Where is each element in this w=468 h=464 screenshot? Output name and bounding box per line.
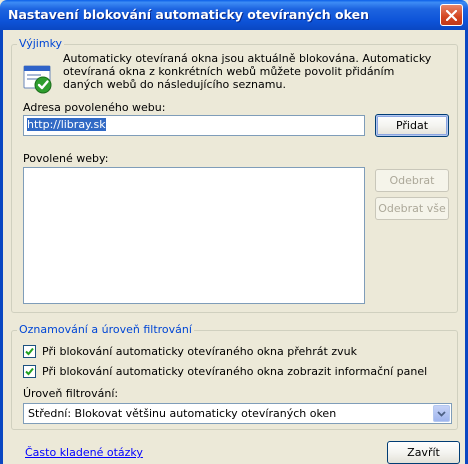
play-sound-checkbox[interactable]: [23, 345, 36, 358]
window-title: Nastavení blokování automaticky otevíran…: [8, 7, 369, 22]
exceptions-group-label: Výjimky: [17, 37, 65, 50]
address-label-text: Adresa povoleného webu:: [23, 101, 166, 114]
address-label: Adresa povoleného webu:: [23, 101, 165, 114]
allowed-sites-label: Povolené weby:: [23, 152, 109, 165]
filter-level-dropdown-button[interactable]: [433, 405, 450, 422]
close-icon: [446, 10, 457, 21]
filter-level-select[interactable]: Střední: Blokovat většinu automaticky ot…: [23, 403, 452, 424]
show-info-bar-checkbox[interactable]: [23, 365, 36, 378]
chevron-down-icon: [437, 411, 446, 417]
remove-button[interactable]: Odebrat: [375, 169, 449, 192]
add-button[interactable]: Přidat: [375, 114, 449, 137]
address-input[interactable]: http://libray.sk: [23, 115, 365, 136]
check-icon: [25, 347, 34, 356]
play-sound-label[interactable]: Při blokování automaticky otevíraného ok…: [42, 345, 357, 358]
filter-level-label: Úroveň filtrování:: [23, 387, 119, 400]
filter-level-value: Střední: Blokovat většinu automaticky ot…: [28, 407, 337, 420]
address-input-value: http://libray.sk: [27, 118, 106, 131]
window-close-button[interactable]: [440, 4, 463, 26]
faq-link[interactable]: Často kladené otázky: [25, 446, 143, 459]
close-button[interactable]: Zavřít: [387, 441, 460, 464]
exceptions-info-text: Automaticky otevíraná okna jsou aktuálně…: [63, 52, 432, 91]
allowed-sites-list[interactable]: [23, 167, 365, 304]
title-bar[interactable]: Nastavení blokování automaticky otevíran…: [0, 0, 468, 30]
popup-blocker-icon: [23, 65, 52, 94]
remove-all-button[interactable]: Odebrat vše: [375, 197, 449, 220]
notifications-group-label: Oznamování a úroveň filtrování: [17, 323, 194, 336]
show-info-bar-label[interactable]: Při blokování automaticky otevíraného ok…: [42, 365, 427, 378]
check-icon: [25, 367, 34, 376]
